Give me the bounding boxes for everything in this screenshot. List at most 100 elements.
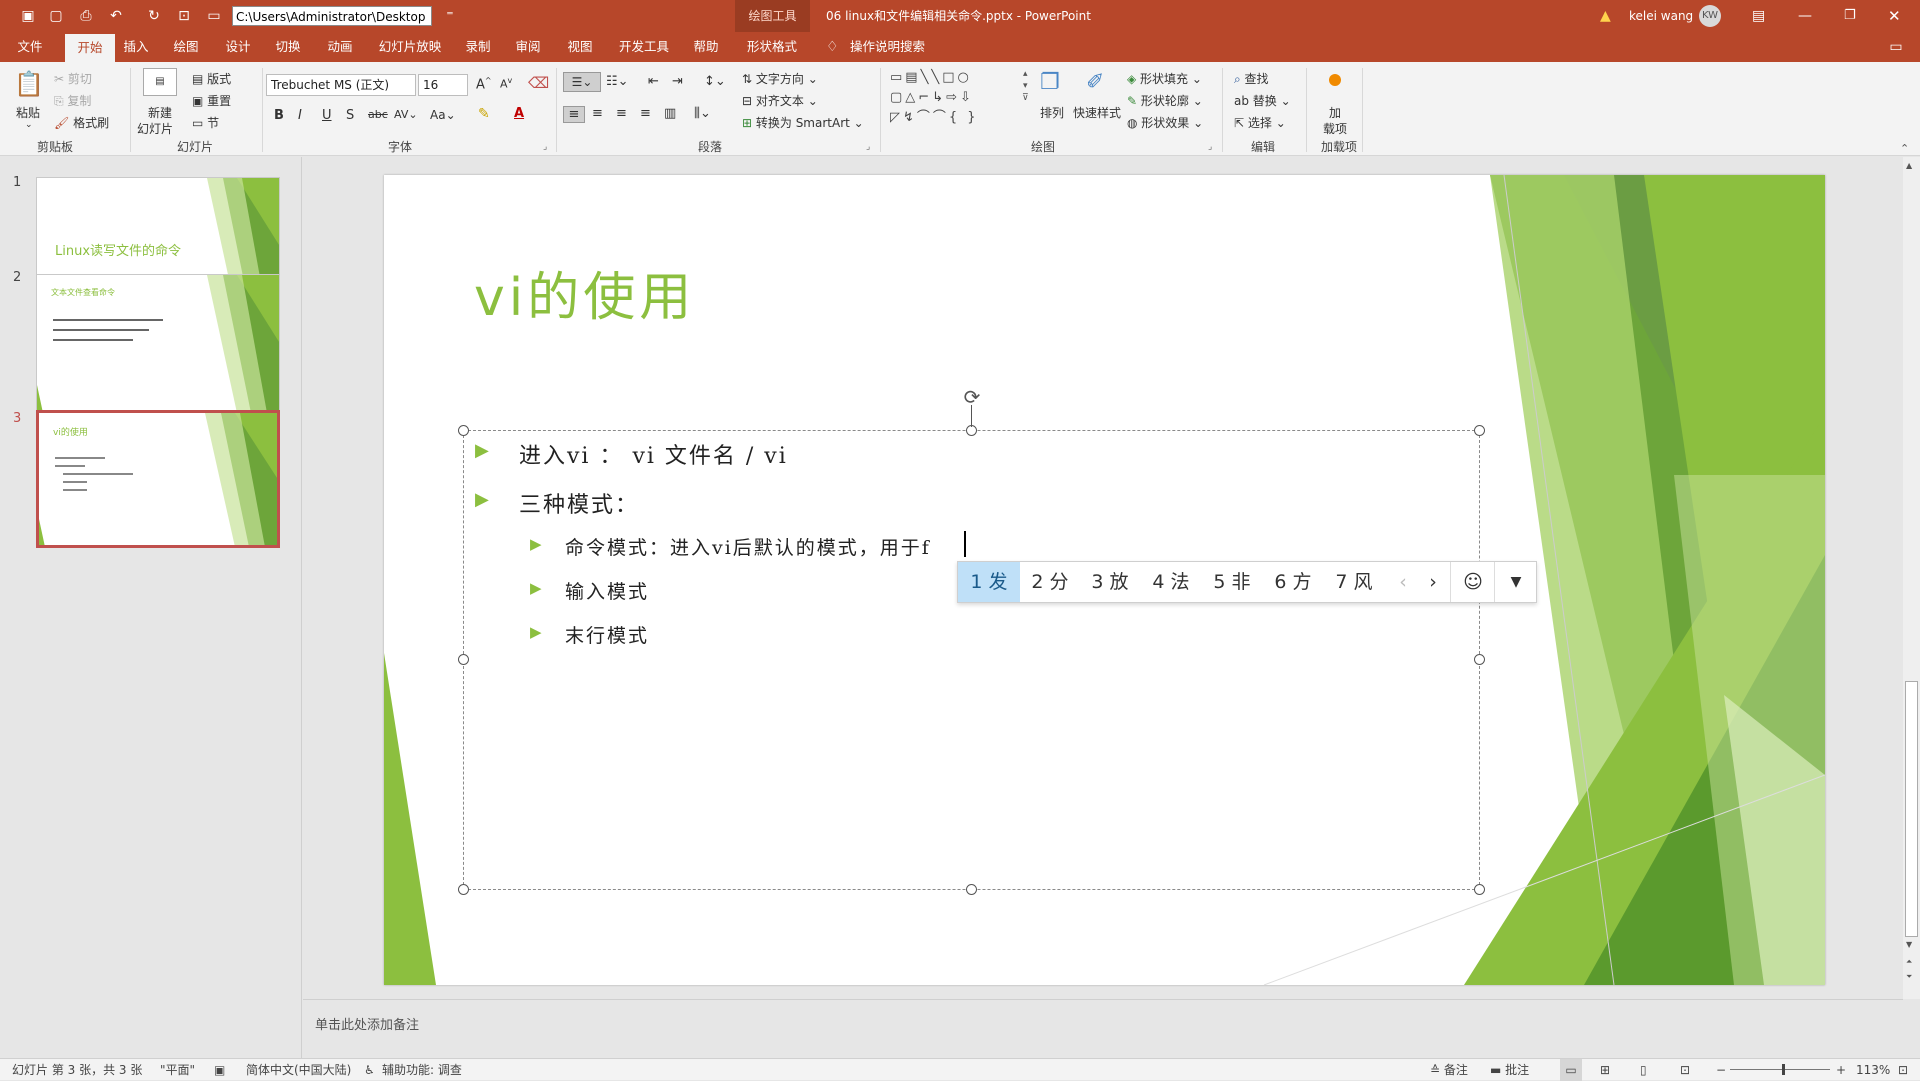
paste-button[interactable]: 粘贴 (16, 104, 40, 121)
vertical-scrollbar[interactable]: ▲ ▼ ⏶ ⏷ (1903, 157, 1920, 999)
layout-button[interactable]: ▤ 版式 (192, 70, 231, 87)
resize-handle[interactable] (458, 884, 469, 895)
file-path-box[interactable]: C:\Users\Administrator\Desktop (232, 6, 432, 26)
fit-to-window-icon[interactable]: ⊡ (1898, 1059, 1908, 1081)
numbering-icon[interactable]: ☷⌄ (606, 74, 629, 89)
tab-help[interactable]: 帮助 (688, 32, 724, 62)
bullet-text[interactable]: 三种模式： (519, 487, 639, 519)
customize-qat-icon[interactable]: ⁼ (440, 6, 460, 26)
shape-effects-button[interactable]: ◍ 形状效果 ⌄ (1127, 114, 1203, 131)
new-file-icon[interactable]: ▢ (46, 6, 66, 26)
addins-icon[interactable] (1329, 74, 1341, 86)
bold-icon[interactable]: B (274, 108, 284, 123)
tab-view[interactable]: 视图 (562, 32, 598, 62)
comments-button[interactable]: ▬ 批注 (1490, 1059, 1529, 1081)
scroll-down-icon[interactable]: ▼ (1906, 940, 1912, 949)
bullets-icon[interactable]: ☰⌄ (563, 72, 601, 92)
notes-placeholder[interactable]: 单击此处添加备注 (315, 1014, 419, 1033)
tab-animations[interactable]: 动画 (322, 32, 358, 62)
addins-label-2[interactable]: 载项 (1323, 120, 1347, 137)
tell-me-search[interactable]: 操作说明搜索 (846, 32, 936, 62)
accessibility-status[interactable]: 辅助功能: 调查 (382, 1059, 462, 1081)
arrange-icon[interactable]: ❐ (1040, 70, 1060, 95)
normal-view-icon[interactable]: ▭ (1560, 1059, 1582, 1081)
find-button[interactable]: ⌕ 查找 (1234, 70, 1269, 87)
collapse-ribbon-icon[interactable]: ⌃ (1900, 142, 1909, 155)
rotate-handle-icon[interactable]: ⟳ (960, 385, 984, 409)
notes-pane[interactable]: 单击此处添加备注 (303, 999, 1903, 1058)
ime-candidate[interactable]: 3 放 (1080, 562, 1140, 602)
comments-icon[interactable]: ▭ (1884, 32, 1908, 62)
replace-button[interactable]: ab 替换 ⌄ (1234, 92, 1291, 109)
tab-record[interactable]: 录制 (460, 32, 496, 62)
addins-label-1[interactable]: 加 (1329, 104, 1341, 121)
tab-developer[interactable]: 开发工具 (614, 32, 674, 62)
slide-sorter-icon[interactable]: ⊞ (1600, 1059, 1610, 1081)
arrange-button[interactable]: 排列 (1040, 104, 1064, 121)
grow-font-icon[interactable]: A^ (476, 76, 492, 92)
resize-handle[interactable] (1474, 425, 1485, 436)
ime-candidate[interactable]: 4 法 (1140, 562, 1202, 602)
tab-insert[interactable]: 插入 (118, 32, 154, 62)
spellcheck-icon[interactable]: ▣ (214, 1059, 225, 1081)
char-spacing-icon[interactable]: AV⌄ (394, 108, 418, 121)
ime-candidate[interactable]: 5 非 (1202, 562, 1262, 602)
save-icon[interactable]: ▣ (18, 6, 38, 26)
sub-bullet-text[interactable]: 末行模式 (565, 621, 649, 648)
align-left-icon[interactable]: ≡ (563, 106, 585, 123)
paragraph-dialog-icon[interactable]: ⌟ (866, 142, 870, 152)
resize-handle[interactable] (1474, 654, 1485, 665)
tab-shape-format[interactable]: 形状格式 (740, 32, 804, 62)
zoom-slider-track[interactable] (1730, 1069, 1830, 1070)
shrink-font-icon[interactable]: Av (500, 76, 512, 91)
paste-icon[interactable]: 📋 (14, 70, 44, 100)
slide-thumbnail-2[interactable]: 文本文件查看命令 (36, 274, 280, 412)
tab-draw[interactable]: 绘图 (168, 32, 204, 62)
redo-icon[interactable]: ↻ (144, 6, 164, 26)
font-color-icon[interactable]: A (514, 106, 524, 121)
sub-bullet-text[interactable]: 输入模式 (565, 577, 649, 604)
undo-icon[interactable]: ↶ (106, 6, 126, 26)
drawing-dialog-icon[interactable]: ⌟ (1208, 142, 1212, 152)
ribbon-display-icon[interactable]: ▤ (1752, 0, 1765, 32)
shape-outline-button[interactable]: ✎ 形状轮廓 ⌄ (1127, 92, 1203, 109)
highlight-icon[interactable]: ✎ (478, 106, 490, 122)
decrease-indent-icon[interactable]: ⇤ (648, 74, 659, 89)
ime-candidate[interactable]: 1 发 (958, 562, 1020, 602)
ime-candidate[interactable]: 2 分 (1020, 562, 1080, 602)
justify-icon[interactable]: ≡ (640, 106, 651, 121)
tab-home[interactable]: 开始 (65, 34, 115, 62)
ime-candidate[interactable]: 7 风 (1324, 562, 1384, 602)
tab-file[interactable]: 文件 (12, 32, 48, 62)
format-painter-button[interactable]: 🖌 格式刷 (54, 114, 109, 131)
quick-styles-icon[interactable]: ✐ (1086, 70, 1104, 95)
shadow-icon[interactable]: S (346, 108, 354, 123)
font-size-select[interactable]: 16 (418, 74, 468, 96)
open-folder-icon[interactable]: ▭ (204, 6, 224, 26)
paste-dropdown-icon[interactable]: ⌄ (25, 120, 33, 130)
minimize-icon[interactable]: — (1798, 0, 1812, 32)
shapes-gallery[interactable]: ▭▤╲╲□○ ▢△⌐↳⇨⇩ ◸↯⌒⌒{ } (890, 68, 1020, 132)
new-slide-icon[interactable]: ▤ (143, 68, 177, 96)
tab-design[interactable]: 设计 (220, 32, 256, 62)
select-button[interactable]: ⇱ 选择 ⌄ (1234, 114, 1286, 131)
tab-review[interactable]: 审阅 (510, 32, 546, 62)
new-slide-label-1[interactable]: 新建 (148, 104, 172, 121)
copy-button[interactable]: ⎘ 复制 (54, 92, 91, 109)
bullet-text[interactable]: 进入vi ： vi 文件名 / vi (519, 438, 788, 470)
content-textbox[interactable]: ▶ 进入vi ： vi 文件名 / vi ▶ 三种模式： ▶ 命令模式：进入vi… (463, 430, 1480, 890)
previous-slide-icon[interactable]: ⏶ (1906, 957, 1912, 967)
align-text-button[interactable]: ⊟ 对齐文本 ⌄ (742, 92, 818, 109)
warning-icon[interactable]: ▲ (1600, 0, 1611, 32)
close-icon[interactable]: ✕ (1888, 0, 1901, 32)
resize-handle[interactable] (1474, 884, 1485, 895)
columns-icon[interactable]: ⫼⌄ (694, 106, 711, 121)
user-name[interactable]: kelei wang (1629, 0, 1693, 32)
zoom-slider-thumb[interactable] (1782, 1064, 1785, 1075)
reading-view-icon[interactable]: ▯ (1640, 1059, 1647, 1081)
shape-fill-button[interactable]: ◈ 形状填充 ⌄ (1127, 70, 1202, 87)
smartart-button[interactable]: ⊞ 转换为 SmartArt ⌄ (742, 114, 864, 131)
new-slide-label-2[interactable]: 幻灯片 (137, 120, 173, 137)
tab-transitions[interactable]: 切换 (270, 32, 306, 62)
font-dialog-icon[interactable]: ⌟ (543, 142, 547, 152)
